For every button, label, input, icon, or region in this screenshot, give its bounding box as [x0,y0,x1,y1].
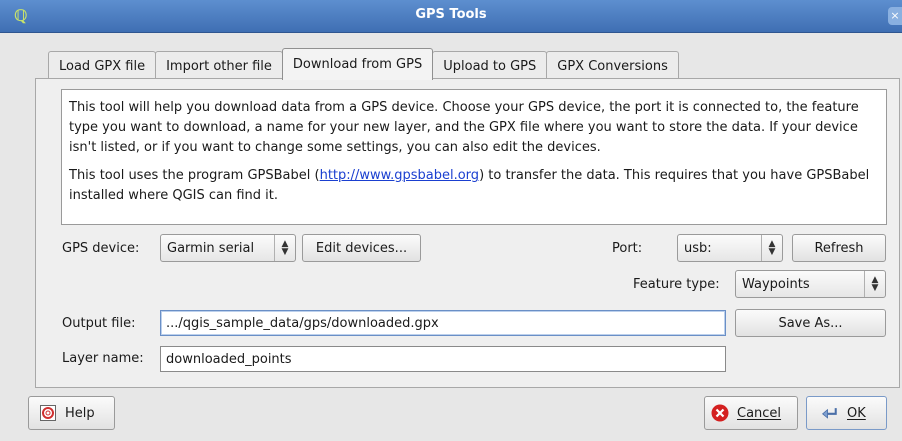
title-bar: ℚ GPS Tools × [0,0,902,33]
cancel-button[interactable]: Cancel [704,396,798,430]
window-title: GPS Tools [415,7,487,22]
description-text: This tool will help you download data fr… [61,89,887,225]
gps-device-label: GPS device: [62,241,140,256]
cancel-icon [711,404,729,422]
output-file-label: Output file: [62,316,136,331]
description-paragraph-1: This tool will help you download data fr… [69,100,859,155]
ok-button[interactable]: OK [806,396,887,430]
tab-download-from-gps[interactable]: Download from GPS [281,48,434,80]
description-paragraph-2: This tool uses the program GPSBabel (htt… [69,166,879,206]
cancel-label: Cancel [737,405,782,421]
save-as-button[interactable]: Save As... [735,309,886,337]
spin-arrows-icon: ▲ ▼ [274,235,295,261]
spin-arrows-icon: ▲ ▼ [761,235,782,261]
gpsbabel-link[interactable]: http://www.gpsbabel.org [320,168,479,183]
description-text-part: This tool uses the program GPSBabel ( [69,168,320,183]
tab-gpx-conversions[interactable]: GPX Conversions [546,51,679,80]
port-value: usb: [684,240,712,256]
gps-device-select[interactable]: Garmin serial ▲ ▼ [160,234,296,262]
refresh-button[interactable]: Refresh [792,234,886,262]
ok-return-arrow-icon [821,404,839,422]
help-lifebuoy-icon [39,404,57,422]
tab-load-gpx-file[interactable]: Load GPX file [48,51,157,80]
port-label: Port: [612,241,643,256]
feature-type-label: Feature type: [633,277,720,292]
tab-upload-to-gps[interactable]: Upload to GPS [432,51,548,80]
layer-name-input[interactable]: downloaded_points [160,346,726,372]
tab-import-other-file[interactable]: Import other file [155,51,283,80]
edit-devices-button[interactable]: Edit devices... [302,234,421,262]
output-file-input[interactable]: .../qgis_sample_data/gps/downloaded.gpx [160,310,726,336]
close-icon[interactable]: × [888,7,902,25]
feature-type-value: Waypoints [742,276,810,292]
feature-type-select[interactable]: Waypoints ▲ ▼ [735,270,886,298]
layer-name-label: Layer name: [62,351,144,366]
ok-label: OK [847,405,866,421]
spin-arrows-icon: ▲ ▼ [864,271,885,297]
help-label: Help [65,405,95,421]
gps-device-value: Garmin serial [167,240,255,256]
port-select[interactable]: usb: ▲ ▼ [677,234,783,262]
help-button[interactable]: Help [28,396,115,430]
tab-bar: Load GPX file Import other file Download… [48,48,679,80]
